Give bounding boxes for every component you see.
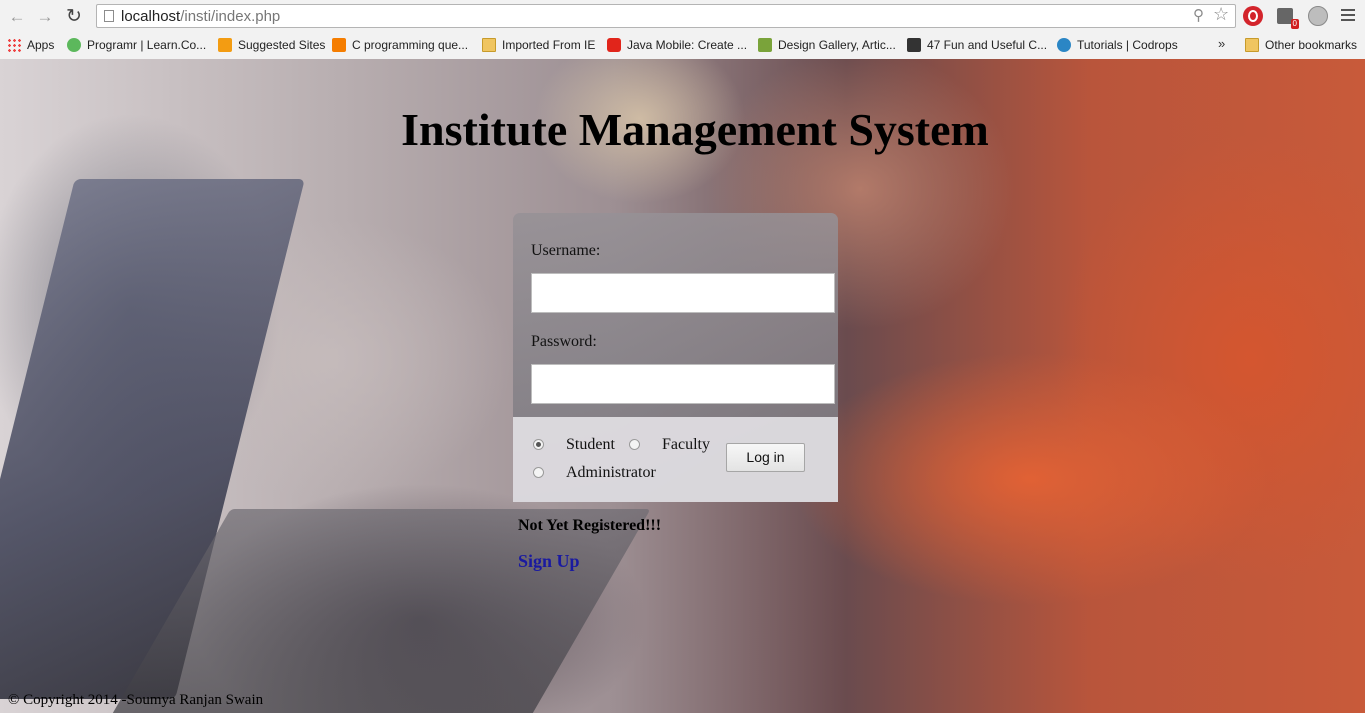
key-icon[interactable]: ⚲	[1193, 8, 1204, 24]
sign-up-link[interactable]: Sign Up	[518, 551, 580, 572]
article-icon	[907, 38, 921, 52]
bookmark-codrops[interactable]: Tutorials | Codrops	[1057, 36, 1178, 54]
student-label: Student	[566, 436, 615, 453]
browser-toolbar: ← → ↻ localhost/insti/index.php ⚲ ☆ 0	[0, 0, 1365, 33]
folder-icon	[1245, 38, 1259, 52]
opera-extension-icon[interactable]	[1243, 6, 1263, 26]
forward-button[interactable]: →	[34, 6, 56, 28]
faculty-radio[interactable]	[629, 439, 640, 450]
bookmarks-bar: Apps Programr | Learn.Co... Suggested Si…	[0, 33, 1365, 58]
role-selector: Student Faculty Administrator Log in	[513, 417, 838, 502]
bookmark-design-gallery[interactable]: Design Gallery, Artic...	[758, 36, 896, 54]
design-gallery-icon	[758, 38, 772, 52]
url-host: localhost	[121, 8, 181, 25]
bookmark-java-mobile[interactable]: Java Mobile: Create ...	[607, 36, 747, 54]
page-icon	[104, 10, 114, 22]
administrator-label: Administrator	[566, 464, 656, 481]
not-registered-text: Not Yet Registered!!!	[518, 517, 662, 534]
apps-grid-icon	[7, 38, 21, 52]
browser-chrome: ← → ↻ localhost/insti/index.php ⚲ ☆ 0 Ap…	[0, 0, 1365, 60]
faculty-label: Faculty	[662, 436, 710, 453]
bookmark-47-fun[interactable]: 47 Fun and Useful C...	[907, 36, 1047, 54]
bookmark-c-programming[interactable]: C programming que...	[332, 36, 468, 54]
extension-badge: 0	[1290, 19, 1299, 29]
bookmark-imported-from-ie[interactable]: Imported From IE	[482, 36, 595, 54]
url-text[interactable]: localhost/insti/index.php	[121, 8, 280, 25]
bookmark-suggested-sites[interactable]: Suggested Sites	[218, 36, 325, 54]
folder-icon	[482, 38, 496, 52]
bookmark-apps[interactable]: Apps	[7, 36, 54, 54]
suggested-sites-icon	[218, 38, 232, 52]
programr-icon	[67, 38, 81, 52]
password-label: Password:	[531, 333, 597, 350]
bookmarks-overflow-chevron-icon[interactable]: »	[1218, 36, 1225, 51]
globe-extension-icon[interactable]	[1308, 6, 1328, 26]
page-title: Institute Management System	[401, 104, 989, 155]
username-label: Username:	[531, 242, 601, 259]
username-input[interactable]	[531, 273, 835, 313]
page-background: Institute Management System Username: Pa…	[0, 59, 1365, 713]
blogger-icon	[332, 38, 346, 52]
url-path: /insti/index.php	[180, 8, 281, 25]
back-button[interactable]: ←	[6, 6, 28, 28]
login-button[interactable]: Log in	[726, 443, 805, 472]
student-radio[interactable]	[533, 439, 544, 450]
oracle-icon	[607, 38, 621, 52]
copyright-footer: © Copyright 2014 -Soumya Ranjan Swain	[8, 692, 264, 708]
administrator-radio[interactable]	[533, 467, 544, 478]
reload-button[interactable]: ↻	[63, 6, 85, 28]
shopping-extension-icon[interactable]: 0	[1277, 8, 1299, 29]
codrops-icon	[1057, 38, 1071, 52]
bookmark-programr[interactable]: Programr | Learn.Co...	[67, 36, 206, 54]
bookmark-other-bookmarks[interactable]: Other bookmarks	[1245, 36, 1357, 54]
chrome-menu-icon[interactable]	[1341, 9, 1355, 24]
address-bar[interactable]: localhost/insti/index.php ⚲ ☆	[96, 4, 1236, 28]
password-input[interactable]	[531, 364, 835, 404]
login-form: Username: Password: Student Faculty Admi…	[513, 213, 838, 502]
star-icon[interactable]: ☆	[1213, 5, 1229, 23]
